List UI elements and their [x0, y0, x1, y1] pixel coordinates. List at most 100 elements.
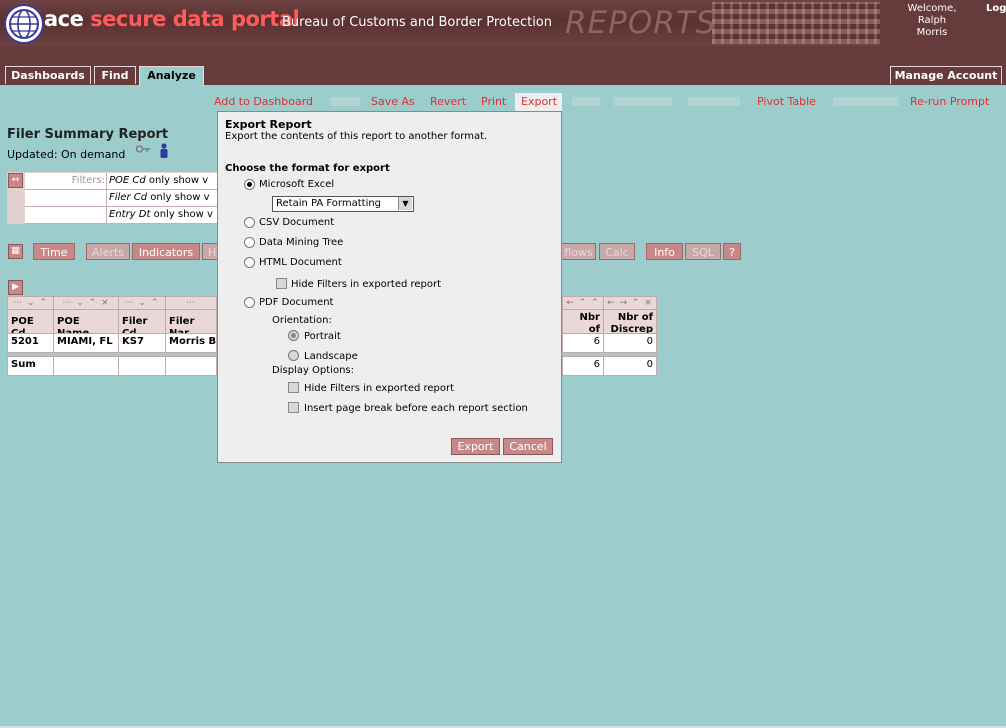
filter-poe-cd: POE Cd only show v — [109, 173, 208, 189]
filter-condition: only show v — [145, 175, 209, 186]
column-sort-controls[interactable]: ← ⌃ ⌃ — [562, 296, 604, 310]
table-cell: 0 — [603, 333, 657, 353]
export-button[interactable]: Export — [451, 438, 500, 455]
flag-graphic — [712, 2, 880, 44]
filter-condition: only show v — [150, 209, 213, 220]
disabled-action-placeholder — [688, 97, 740, 106]
updated-status: Updated: On demand — [7, 148, 126, 161]
welcome-block: Welcome, Ralph Morris — [886, 3, 978, 39]
radio-data-mining-tree[interactable] — [244, 237, 255, 248]
option-dmt-label: Data Mining Tree — [259, 237, 344, 248]
logo-rest: secure data portal — [83, 7, 300, 31]
tab-analyze[interactable]: Analyze — [139, 66, 204, 86]
table-cell: MIAMI, FL — [53, 333, 119, 353]
filter-field: Filer Cd — [109, 192, 148, 203]
calc-button[interactable]: Calc — [599, 243, 635, 260]
flows-button[interactable]: flows — [561, 243, 596, 260]
display-options-label: Display Options: — [272, 365, 354, 376]
user-last-name: Morris — [916, 27, 948, 38]
table-cell — [165, 356, 217, 376]
filters-label: Filters: — [71, 175, 105, 186]
agency-name: Bureau of Customs and Border Protection — [282, 15, 552, 30]
choose-format-label: Choose the format for export — [225, 163, 390, 174]
html-hide-filters-label: Hide Filters in exported report — [291, 279, 442, 290]
portrait-label: Portrait — [304, 331, 341, 342]
logo-prefix: ace — [44, 7, 84, 31]
alerts-button[interactable]: Alerts — [86, 243, 130, 260]
sum-label-cell: Sum — [7, 356, 54, 376]
radio-csv[interactable] — [244, 217, 255, 228]
disabled-action-placeholder — [330, 97, 360, 106]
collapse-filters-icon[interactable]: ↔ — [8, 173, 23, 188]
table-cell: Morris Br — [165, 333, 217, 353]
landscape-label: Landscape — [304, 351, 358, 362]
radio-landscape[interactable] — [288, 350, 299, 361]
column-header-filer-cd[interactable]: Filer Cd — [118, 309, 166, 334]
table-cell: KS7 — [118, 333, 166, 353]
sql-button[interactable]: SQL — [685, 243, 721, 260]
info-button[interactable]: Info — [646, 243, 683, 260]
report-title: Filer Summary Report — [7, 127, 169, 142]
toolbar-toggle-icon[interactable]: ▦ — [8, 244, 23, 259]
revert-link[interactable]: Revert — [430, 95, 466, 108]
disabled-action-placeholder — [614, 97, 672, 106]
portal-logo-text: ace secure data portal — [44, 7, 300, 31]
column-sort-controls[interactable]: ⋯ ⌄ ⌃ × — [118, 296, 166, 320]
filter-filer-cd: Filer Cd only show v — [109, 190, 210, 206]
reports-wordmark: REPORTS — [565, 5, 717, 41]
filter-field: POE Cd — [109, 175, 146, 186]
tab-dashboards[interactable]: Dashboards — [5, 66, 91, 84]
page-break-label: Insert page break before each report sec… — [304, 403, 528, 414]
cancel-button[interactable]: Cancel — [503, 438, 553, 455]
radio-portrait[interactable] — [288, 330, 299, 341]
tab-find[interactable]: Find — [94, 66, 136, 84]
option-html-label: HTML Document — [259, 257, 342, 268]
column-header-nbr-of-discrep[interactable]: Nbr of Discrep — [603, 309, 657, 334]
column-header-poe-cd[interactable]: POE Cd — [7, 309, 54, 334]
save-as-link[interactable]: Save As — [371, 95, 415, 108]
html-hide-filters-checkbox[interactable] — [276, 278, 287, 289]
column-header-poe-name[interactable]: POE Name — [53, 309, 119, 334]
table-cell — [53, 356, 119, 376]
globe-logo-icon — [4, 4, 44, 44]
add-to-dashboard-link[interactable]: Add to Dashboard — [214, 95, 313, 108]
h-button[interactable]: H — [202, 243, 218, 260]
excel-format-select[interactable]: Retain PA Formatting — [272, 196, 414, 212]
option-csv-label: CSV Document — [259, 217, 335, 228]
dialog-subtitle: Export the contents of this report to an… — [225, 131, 488, 142]
filter-entry-dt: Entry Dt only show v — [109, 207, 213, 223]
table-options-icon[interactable]: ▶ — [8, 280, 23, 295]
key-icon[interactable] — [136, 145, 150, 153]
user-first-name: Ralph — [917, 15, 947, 26]
export-link[interactable]: Export — [521, 95, 557, 108]
orientation-label: Orientation: — [272, 315, 332, 326]
manage-account-button[interactable]: Manage Account — [890, 66, 1002, 84]
person-icon[interactable] — [159, 143, 169, 158]
rerun-prompt-link[interactable]: Re-run Prompt — [910, 95, 989, 108]
column-header-filer-name[interactable]: Filer Nar — [165, 309, 217, 334]
radio-html[interactable] — [244, 257, 255, 268]
page-break-checkbox[interactable] — [288, 402, 299, 413]
sum-cell: 0 — [603, 356, 657, 376]
pdf-hide-filters-checkbox[interactable] — [288, 382, 299, 393]
welcome-label: Welcome, — [907, 3, 957, 14]
help-button[interactable]: ? — [723, 243, 741, 260]
pivot-table-link[interactable]: Pivot Table — [757, 95, 816, 108]
filter-divider — [106, 173, 107, 223]
logout-link[interactable]: Log — [986, 3, 1006, 14]
column-header-nbr-of-lines[interactable]: Nbr of Lines — [562, 309, 604, 334]
column-sort-controls[interactable]: ⋯ ⌄ ⌃ × — [7, 296, 54, 320]
filter-condition: only show v — [147, 192, 210, 203]
chevron-down-icon[interactable]: ▼ — [398, 197, 412, 210]
column-sort-controls[interactable]: ⋯ — [165, 296, 217, 310]
radio-pdf[interactable] — [244, 297, 255, 308]
radio-excel[interactable] — [244, 179, 255, 190]
column-sort-controls[interactable]: ← → ⌃ × — [603, 296, 657, 310]
time-button[interactable]: Time — [33, 243, 75, 260]
column-sort-controls[interactable]: ⋯ ⌄ ⌃ × — [53, 296, 119, 310]
indicators-button[interactable]: Indicators — [132, 243, 200, 260]
table-cell — [118, 356, 166, 376]
filter-field: Entry Dt — [109, 209, 151, 220]
option-excel-label: Microsoft Excel — [259, 179, 335, 190]
print-link[interactable]: Print — [481, 95, 506, 108]
